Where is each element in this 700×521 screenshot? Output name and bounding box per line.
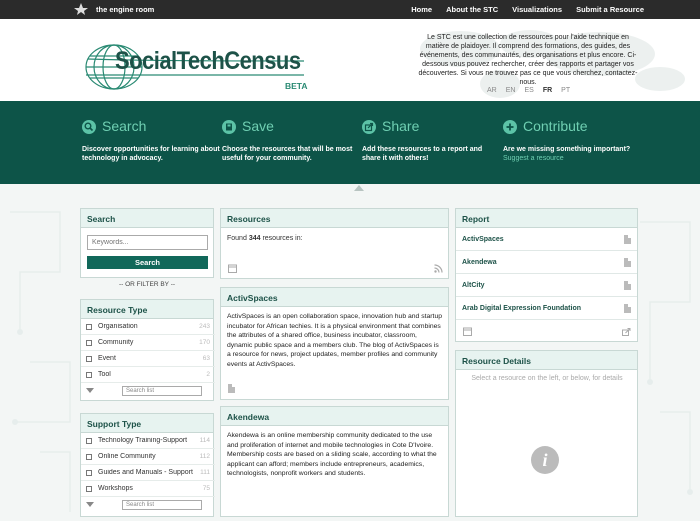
nav-about[interactable]: About the STC bbox=[446, 5, 498, 14]
calendar-icon[interactable] bbox=[228, 264, 237, 273]
document-icon[interactable] bbox=[624, 303, 631, 313]
engine-room-logo-icon bbox=[74, 3, 88, 15]
top-nav: Home About the STC Visualizations Submit… bbox=[411, 0, 644, 19]
checkbox[interactable] bbox=[86, 437, 92, 444]
filter-item[interactable]: Online Community 112 bbox=[81, 449, 215, 465]
resource-type-footer: Search list bbox=[81, 383, 215, 398]
band-arrow-icon bbox=[354, 185, 364, 191]
checkbox[interactable] bbox=[86, 485, 92, 492]
expand-triangle-icon[interactable] bbox=[86, 388, 94, 393]
document-icon[interactable] bbox=[228, 384, 235, 393]
filter-item[interactable]: Technology Training-Support 114 bbox=[81, 433, 215, 449]
nav-home[interactable]: Home bbox=[411, 5, 432, 14]
info-icon: i bbox=[531, 446, 559, 474]
filter-item[interactable]: Community 170 bbox=[81, 335, 215, 351]
checkbox[interactable] bbox=[86, 323, 92, 330]
checkbox[interactable] bbox=[86, 339, 92, 346]
report-title: Report bbox=[456, 209, 637, 228]
resource-details-panel: Resource Details Select a resource on th… bbox=[455, 350, 638, 517]
lang-ar[interactable]: AR bbox=[487, 87, 497, 94]
search-panel-title: Search bbox=[81, 209, 213, 228]
keyword-search-input[interactable] bbox=[87, 235, 208, 250]
resource-card-title[interactable]: Akendewa bbox=[221, 407, 448, 426]
resource-card[interactable]: Akendewa Akendewa is an online membershi… bbox=[220, 406, 449, 517]
filter-item[interactable]: Tool 2 bbox=[81, 367, 215, 383]
resource-type-search-list[interactable]: Search list bbox=[122, 385, 202, 396]
nav-submit-resource[interactable]: Submit a Resource bbox=[576, 5, 644, 14]
save-icon bbox=[222, 120, 236, 134]
resources-title: Resources bbox=[221, 209, 448, 228]
filter-item[interactable]: Organisation 243 bbox=[81, 319, 215, 335]
support-type-panel: Support Type Technology Training-Support… bbox=[80, 413, 215, 517]
lang-en[interactable]: EN bbox=[506, 87, 516, 94]
filter-item[interactable]: Workshops 75 bbox=[81, 481, 215, 497]
site-name: the engine room bbox=[96, 4, 155, 14]
feature-share-title: Share bbox=[382, 118, 420, 134]
resource-type-panel: Resource Type Organisation 243 Community 1… bbox=[80, 299, 215, 401]
suggest-resource-link[interactable]: Suggest a resource bbox=[503, 154, 643, 163]
document-icon[interactable] bbox=[624, 257, 631, 267]
support-type-footer: Search list bbox=[81, 497, 215, 512]
plus-icon bbox=[503, 120, 517, 134]
resource-card[interactable]: ActivSpaces ActivSpaces is an open colla… bbox=[220, 287, 449, 400]
lang-pt[interactable]: PT bbox=[561, 87, 570, 94]
checkbox[interactable] bbox=[86, 371, 92, 378]
support-type-list: Technology Training-Support 114 Online Co… bbox=[81, 433, 215, 512]
resources-panel: Resources Found 344 resources in: bbox=[220, 208, 449, 279]
expand-triangle-icon[interactable] bbox=[86, 502, 94, 507]
resource-card-title[interactable]: ActivSpaces bbox=[221, 288, 448, 307]
calendar-icon[interactable] bbox=[463, 327, 472, 336]
lang-fr[interactable]: FR bbox=[543, 87, 552, 94]
filter-item[interactable]: Guides and Manuals - Support 111 bbox=[81, 465, 215, 481]
share-icon bbox=[362, 120, 376, 134]
share-icon[interactable] bbox=[622, 327, 631, 336]
checkbox[interactable] bbox=[86, 469, 92, 476]
nav-visualizations[interactable]: Visualizations bbox=[512, 5, 562, 14]
report-item[interactable]: AltCity bbox=[456, 274, 637, 297]
top-bar: the engine room Home About the STC Visua… bbox=[0, 0, 700, 19]
report-item[interactable]: ActivSpaces bbox=[456, 228, 637, 251]
document-icon[interactable] bbox=[624, 280, 631, 290]
language-switcher: AR EN ES FR PT bbox=[487, 87, 570, 94]
resource-details-title: Resource Details bbox=[456, 351, 637, 370]
feature-band: Search Discover opportunities for learni… bbox=[0, 101, 700, 184]
search-panel: Search Search bbox=[80, 208, 214, 278]
resource-card-body: Akendewa is an online membership communi… bbox=[227, 432, 437, 477]
beta-badge: BETA bbox=[285, 81, 308, 91]
resource-details-hint: Select a resource on the left, or below,… bbox=[471, 375, 623, 382]
feature-save-title: Save bbox=[242, 118, 274, 134]
lang-es[interactable]: ES bbox=[524, 87, 533, 94]
resource-card-body: ActivSpaces is an open collaboration spa… bbox=[227, 313, 442, 368]
checkbox[interactable] bbox=[86, 355, 92, 362]
feature-search-title: Search bbox=[102, 118, 147, 134]
rss-icon[interactable] bbox=[434, 264, 443, 273]
feature-search-desc: Discover opportunities for learning abou… bbox=[82, 146, 220, 162]
or-filter-divider: -- OR FILTER BY -- bbox=[118, 281, 176, 288]
support-type-search-list[interactable]: Search list bbox=[122, 499, 202, 510]
report-item[interactable]: Arab Digital Expression Foundation bbox=[456, 297, 637, 320]
feature-save-desc: Choose the resources that will be most u… bbox=[222, 146, 353, 162]
resources-found-count: Found 344 resources in: bbox=[227, 235, 303, 242]
header: SocialTechCensus BETA Le STC est une col… bbox=[0, 19, 700, 101]
feature-contribute-title: Contribute bbox=[523, 118, 588, 134]
logo-wordmark: SocialTechCensus bbox=[115, 47, 301, 75]
filter-item[interactable]: Event 63 bbox=[81, 351, 215, 367]
checkbox[interactable] bbox=[86, 453, 92, 460]
intro-text: Le STC est une collection de ressources … bbox=[418, 34, 638, 86]
feature-share-desc: Add these resources to a report and shar… bbox=[362, 146, 483, 162]
search-icon bbox=[82, 120, 96, 134]
report-panel: Report ActivSpaces Akendewa AltCity Arab… bbox=[455, 208, 638, 342]
support-type-title: Support Type bbox=[81, 414, 213, 433]
engine-room-brand[interactable]: the engine room bbox=[74, 3, 154, 15]
report-item[interactable]: Akendewa bbox=[456, 251, 637, 274]
feature-contribute-desc: Are we missing something important? Sugg… bbox=[503, 145, 643, 163]
document-icon[interactable] bbox=[624, 234, 631, 244]
resource-type-list: Organisation 243 Community 170 Event 63 Too… bbox=[81, 319, 215, 398]
search-button[interactable]: Search bbox=[87, 256, 208, 269]
resource-type-title: Resource Type bbox=[81, 300, 213, 319]
